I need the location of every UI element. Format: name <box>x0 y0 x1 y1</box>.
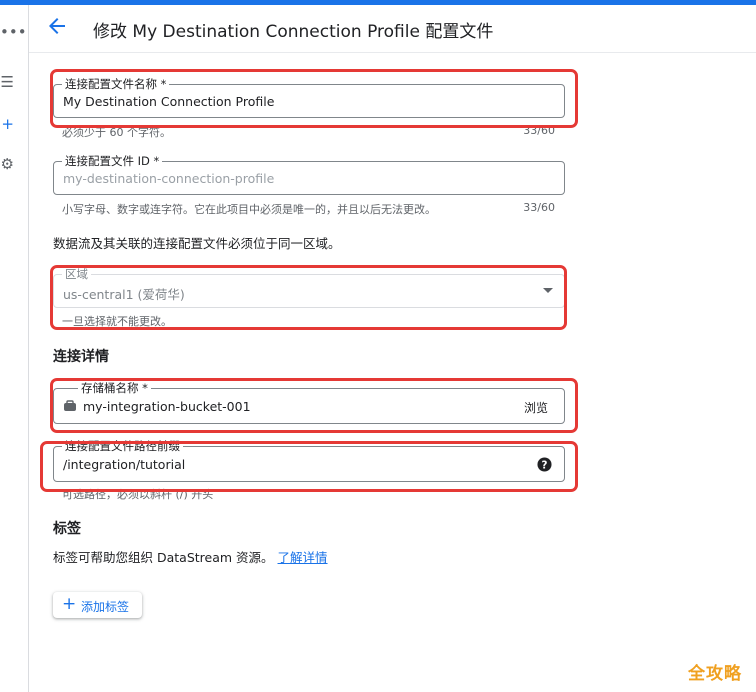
back-arrow-icon[interactable] <box>45 14 69 38</box>
highlight-box-profile-name <box>50 69 578 128</box>
connection-details-title: 连接详情 <box>53 349 109 365</box>
page-header: 修改 My Destination Connection Profile 配置文… <box>29 5 756 53</box>
profile-id-label: 连接配置文件 ID * <box>62 154 163 168</box>
profile-id-field[interactable]: 连接配置文件 ID * my-destination-connection-pr… <box>53 154 565 195</box>
learn-more-link[interactable]: 了解详情 <box>278 550 328 565</box>
more-icon[interactable]: ••• <box>0 23 27 41</box>
highlight-box-region <box>50 265 567 330</box>
highlight-box-bucket <box>50 378 578 433</box>
settings-icon[interactable]: ⚙ <box>0 155 14 173</box>
labels-title: 标签 <box>53 521 81 537</box>
labels-description-row: 标签可帮助您组织 DataStream 资源。 了解详情 <box>53 547 328 566</box>
add-icon[interactable]: + <box>0 115 14 133</box>
plus-icon: + <box>62 594 77 614</box>
add-label-text: 添加标签 <box>81 600 130 614</box>
sidebar: ••• ☰ + ⚙ <box>0 5 29 692</box>
list-icon[interactable]: ☰ <box>0 73 14 91</box>
profile-id-hint: 小写字母、数字或连字符。它在此项目中必须是唯一的，并且以后无法更改。 <box>62 203 436 216</box>
labels-description: 标签可帮助您组织 DataStream 资源。 <box>53 550 274 565</box>
watermark-logo: 全攻略 <box>688 664 742 684</box>
add-label-button[interactable]: + 添加标签 <box>53 592 142 618</box>
profile-id-count: 33/60 <box>523 201 555 214</box>
region-note: 数据流及其关联的连接配置文件必须位于同一区域。 <box>53 236 341 251</box>
profile-id-placeholder: my-destination-connection-profile <box>63 171 275 186</box>
highlight-box-path-prefix <box>40 441 578 492</box>
page-title: 修改 My Destination Connection Profile 配置文… <box>93 22 494 42</box>
